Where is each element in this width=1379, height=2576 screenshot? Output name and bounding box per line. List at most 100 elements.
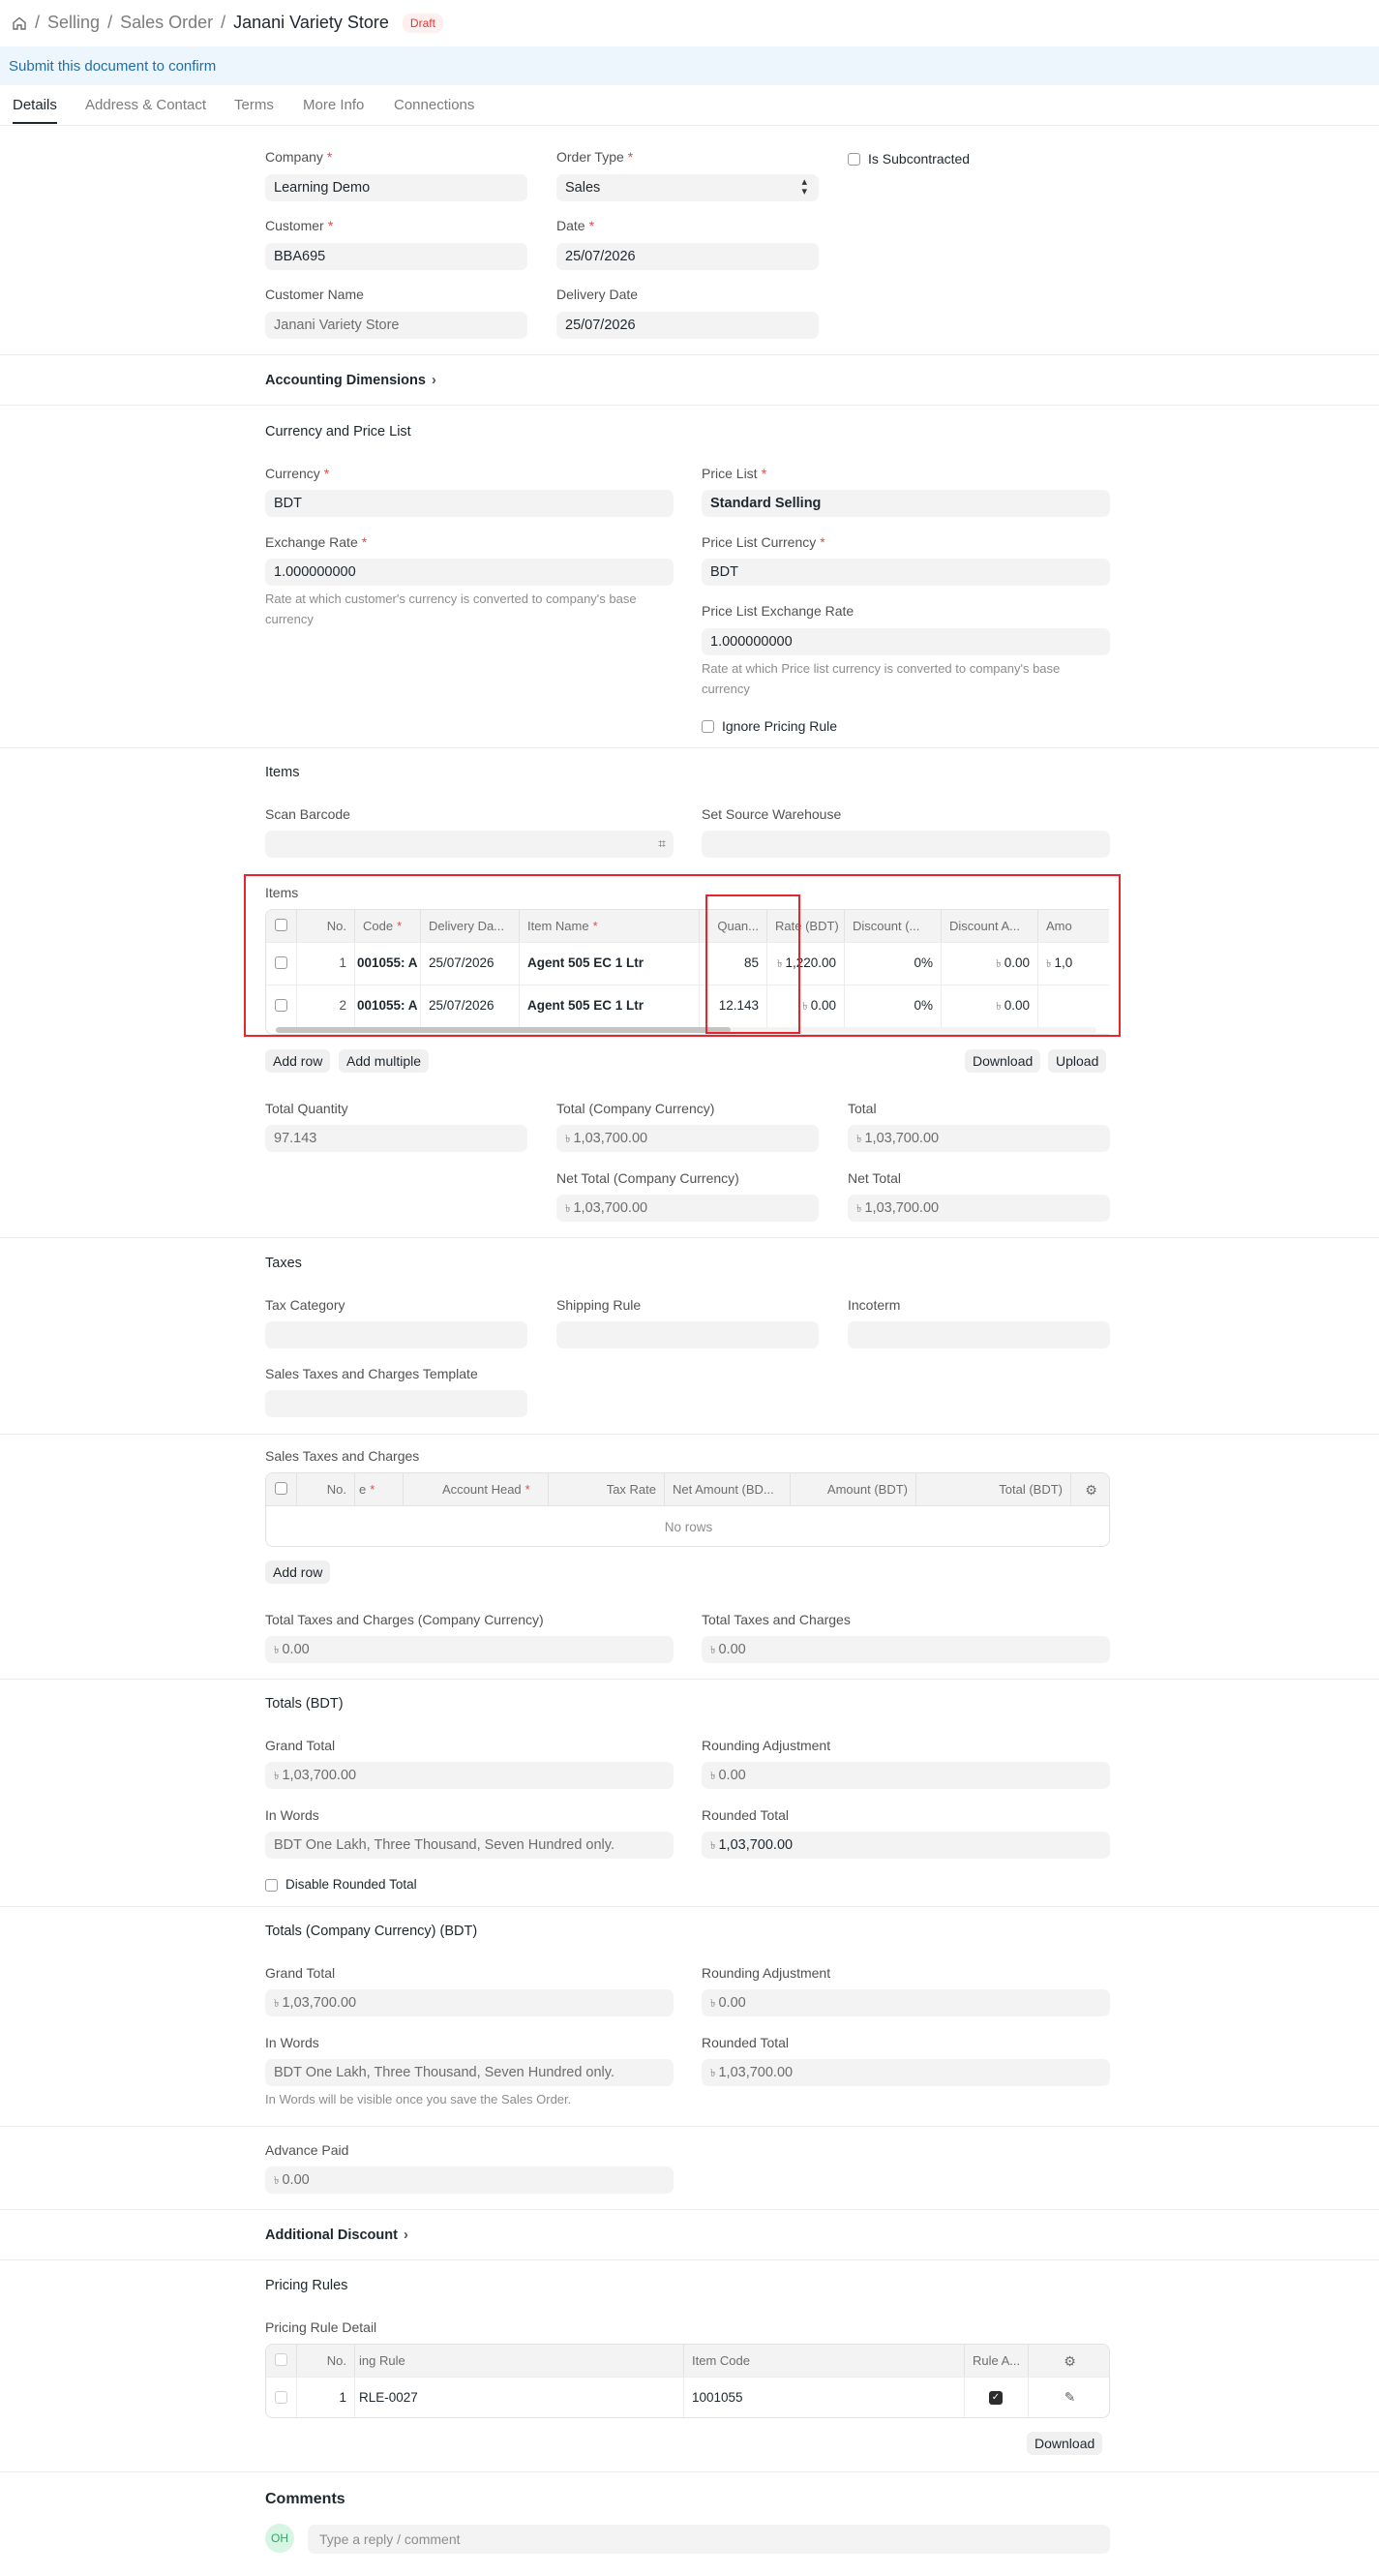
add-row-button[interactable]: Add row <box>265 1561 331 1584</box>
pricing-rules-title: Pricing Rules <box>265 2278 348 2293</box>
no-rows-text: No rows <box>266 1505 1109 1546</box>
totals-bdt-title: Totals (BDT) <box>265 1696 344 1712</box>
row-checkbox <box>275 2391 287 2404</box>
select-all-checkbox[interactable] <box>275 1482 287 1495</box>
comments-title: Comments <box>265 2491 345 2507</box>
net-total-company-field: ৳ 1,03,700.00 <box>556 1195 819 1222</box>
pricing-rule-detail-label: Pricing Rule Detail <box>265 2319 377 2335</box>
row-item-code[interactable]: 001055: A <box>355 985 421 1027</box>
tax-category-input[interactable] <box>265 1321 527 1349</box>
scrollbar-thumb[interactable] <box>276 1027 731 1033</box>
is-subcontracted-checkbox[interactable] <box>848 153 860 166</box>
row-amount[interactable]: ৳ 1,0 <box>1038 942 1109 985</box>
breadcrumb: / Selling / Sales Order / Janani Variety… <box>12 13 443 33</box>
horizontal-scrollbar[interactable] <box>276 1027 1096 1033</box>
taxes-template-input[interactable] <box>265 1390 527 1417</box>
tab-details[interactable]: Details <box>13 97 57 124</box>
items-section-title: Items <box>265 765 300 780</box>
net-total-label: Net Total <box>848 1170 901 1186</box>
row-amount[interactable] <box>1038 985 1109 1027</box>
highlight-box-quantity <box>705 894 800 1034</box>
breadcrumb-selling[interactable]: Selling <box>47 13 100 33</box>
rounding-adjustment-field: ৳ 0.00 <box>702 1989 1110 2016</box>
row-checkbox[interactable] <box>275 999 287 1012</box>
tab-connections[interactable]: Connections <box>394 97 474 113</box>
totals-company-title: Totals (Company Currency) (BDT) <box>265 1924 478 1939</box>
select-all-cell <box>266 910 297 942</box>
total-taxes-company-label: Total Taxes and Charges (Company Currenc… <box>265 1612 544 1627</box>
col-no: No. <box>297 2345 355 2377</box>
additional-discount-toggle[interactable]: Additional Discount › <box>265 2227 408 2243</box>
upload-button[interactable]: Upload <box>1048 1049 1107 1073</box>
currency-field[interactable]: BDT <box>265 490 674 517</box>
plc-exchange-rate-field[interactable]: 1.000000000 <box>702 628 1110 655</box>
shipping-rule-input[interactable] <box>556 1321 819 1349</box>
total-taxes-company-field: ৳ 0.00 <box>265 1636 674 1663</box>
submit-banner[interactable]: Submit this document to confirm <box>0 46 1379 85</box>
disable-rounded-checkbox[interactable] <box>265 1879 278 1892</box>
order-type-select[interactable]: Sales ▴ ▾ <box>556 174 819 201</box>
col-account-head: Account Head * <box>404 1473 549 1505</box>
col-pricing-rule: ing Rule <box>355 2345 684 2377</box>
incoterm-label: Incoterm <box>848 1297 901 1313</box>
select-arrows-icon: ▴ ▾ <box>801 176 807 197</box>
tab-address-contact[interactable]: Address & Contact <box>85 97 206 113</box>
row-item-name[interactable]: Agent 505 EC 1 Ltr <box>520 985 700 1027</box>
col-amount: Amo <box>1038 910 1109 942</box>
gear-icon[interactable]: ⚙ <box>1029 2345 1109 2377</box>
order-type-label: Order Type * <box>556 149 634 165</box>
row-discount-pct[interactable]: 0% <box>845 942 942 985</box>
tab-terms[interactable]: Terms <box>234 97 274 113</box>
rounding-adjustment-label: Rounding Adjustment <box>702 1738 831 1753</box>
tab-more-info[interactable]: More Info <box>303 97 364 113</box>
company-label: Company * <box>265 149 333 165</box>
col-discount-pct: Discount (... <box>845 910 942 942</box>
taxes-table-label: Sales Taxes and Charges <box>265 1448 420 1464</box>
add-multiple-button[interactable]: Add multiple <box>339 1049 430 1073</box>
breadcrumb-sales-order[interactable]: Sales Order <box>120 13 213 33</box>
company-field[interactable]: Learning Demo <box>265 174 527 201</box>
row-discount-pct[interactable]: 0% <box>845 985 942 1027</box>
taxes-section-title: Taxes <box>265 1256 302 1271</box>
gear-icon[interactable]: ⚙ <box>1071 1473 1109 1505</box>
incoterm-input[interactable] <box>848 1321 1110 1349</box>
rule-applied-checkbox: ✓ <box>989 2391 1003 2405</box>
set-source-warehouse-input[interactable] <box>702 831 1110 858</box>
row-pricing-rule: RLE-0027 <box>355 2377 684 2417</box>
accounting-dimensions-toggle[interactable]: Accounting Dimensions › <box>265 373 436 388</box>
price-list-currency-field[interactable]: BDT <box>702 559 1110 586</box>
download-button[interactable]: Download <box>965 1049 1041 1073</box>
barcode-scan-icon[interactable]: ⌗ <box>658 835 666 852</box>
in-words-label: In Words <box>265 1807 319 1823</box>
grand-total-label: Grand Total <box>265 1965 336 1981</box>
col-item-name: Item Name * <box>520 910 700 942</box>
total-taxes-field: ৳ 0.00 <box>702 1636 1110 1663</box>
row-item-code[interactable]: 001055: A <box>355 942 421 985</box>
row-discount-amt[interactable]: ৳ 0.00 <box>942 942 1038 985</box>
edit-icon[interactable]: ✎ <box>1029 2377 1109 2417</box>
col-type: e * <box>355 1473 404 1505</box>
customer-field[interactable]: BBA695 <box>265 243 527 270</box>
ignore-pricing-rule-checkbox[interactable] <box>702 720 714 733</box>
home-icon[interactable] <box>12 15 27 31</box>
delivery-date-field[interactable]: 25/07/2026 <box>556 312 819 339</box>
advance-paid-field: ৳ 0.00 <box>265 2167 674 2194</box>
col-delivery-date: Delivery Da... <box>421 910 520 942</box>
download-button[interactable]: Download <box>1027 2432 1103 2455</box>
row-discount-amt[interactable]: ৳ 0.00 <box>942 985 1038 1027</box>
comment-input[interactable]: Type a reply / comment <box>308 2525 1110 2554</box>
price-list-field[interactable]: Standard Selling <box>702 490 1110 517</box>
add-row-button[interactable]: Add row <box>265 1049 331 1073</box>
row-checkbox[interactable] <box>275 956 287 969</box>
row-delivery-date[interactable]: 25/07/2026 <box>421 942 520 985</box>
row-item-name[interactable]: Agent 505 EC 1 Ltr <box>520 942 700 985</box>
date-label: Date * <box>556 218 595 233</box>
total-label: Total <box>848 1101 877 1116</box>
exchange-rate-field[interactable]: 1.000000000 <box>265 559 674 586</box>
currency-section-title: Currency and Price List <box>265 424 411 439</box>
date-field[interactable]: 25/07/2026 <box>556 243 819 270</box>
select-all-checkbox[interactable] <box>275 919 287 931</box>
row-delivery-date[interactable]: 25/07/2026 <box>421 985 520 1027</box>
scan-barcode-input[interactable]: ⌗ <box>265 831 674 858</box>
grand-total-label: Grand Total <box>265 1738 336 1753</box>
